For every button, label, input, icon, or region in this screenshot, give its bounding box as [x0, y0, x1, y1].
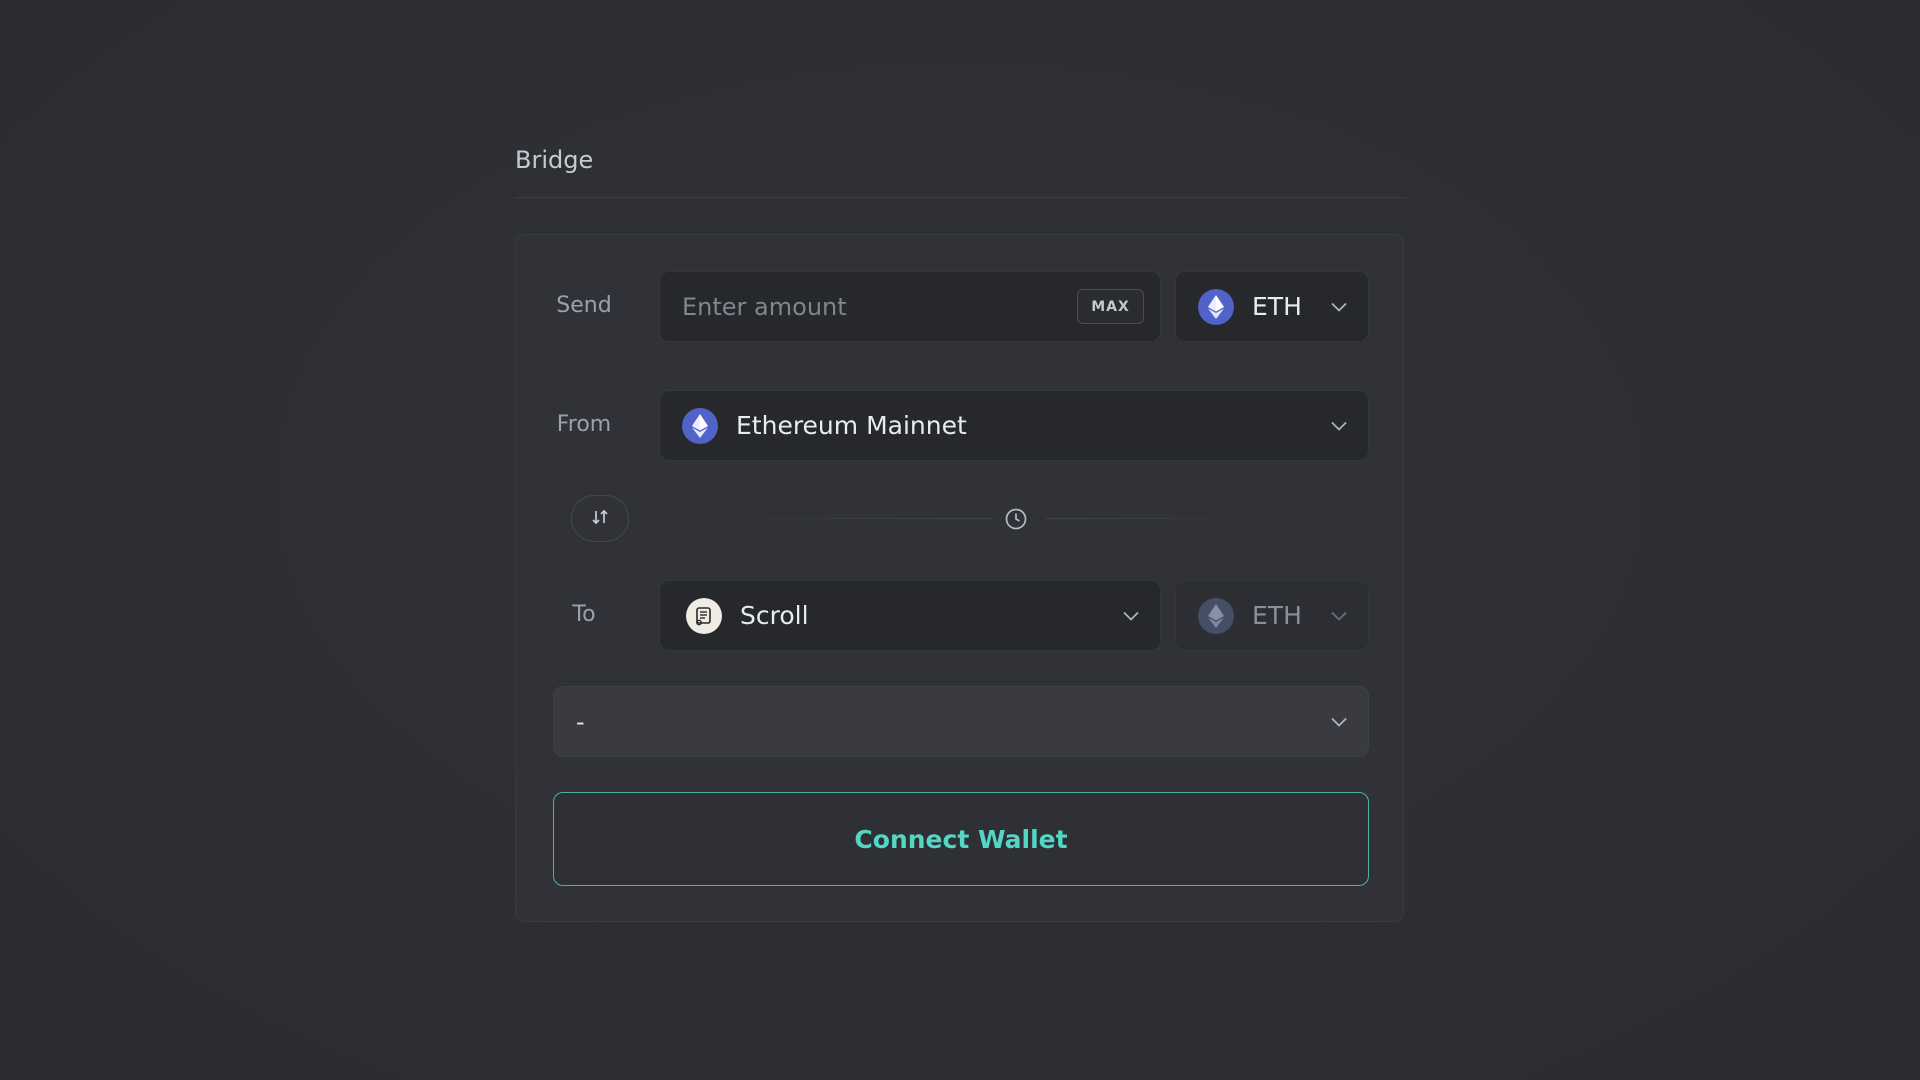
bridge-card: Send MAX ETH From [515, 234, 1404, 922]
send-label: Send [556, 293, 612, 318]
route-value: - [576, 707, 585, 736]
from-label: From [556, 412, 612, 437]
chevron-down-icon [1330, 713, 1348, 731]
swap-arrows-icon [590, 507, 610, 531]
to-token-label: ETH [1252, 601, 1302, 630]
from-network-label: Ethereum Mainnet [736, 411, 967, 440]
to-network-select[interactable]: Scroll [659, 580, 1161, 651]
scroll-icon [686, 597, 722, 634]
chevron-down-icon [1330, 298, 1348, 316]
to-label: To [572, 602, 596, 627]
amount-input[interactable] [682, 292, 1077, 321]
ethereum-icon [1198, 288, 1234, 325]
route-select[interactable]: - [553, 686, 1369, 757]
chevron-down-icon [1330, 417, 1348, 435]
title-divider [515, 197, 1406, 198]
send-token-label: ETH [1252, 292, 1302, 321]
ethereum-icon [1198, 597, 1234, 634]
clock-icon [1004, 507, 1028, 531]
route-divider-right [1046, 518, 1271, 519]
chevron-down-icon [1122, 607, 1140, 625]
swap-networks-button[interactable] [571, 495, 629, 542]
ethereum-icon [682, 407, 718, 444]
to-network-label: Scroll [740, 601, 809, 630]
amount-field[interactable]: MAX [659, 271, 1161, 342]
connect-wallet-button[interactable]: Connect Wallet [553, 792, 1369, 886]
chevron-down-icon [1330, 607, 1348, 625]
route-divider-left [691, 518, 991, 519]
max-button[interactable]: MAX [1077, 289, 1144, 324]
page-title: Bridge [515, 146, 594, 174]
bridge-container: Bridge Send MAX ETH From [515, 140, 1406, 922]
from-network-select[interactable]: Ethereum Mainnet [659, 390, 1369, 461]
send-token-select[interactable]: ETH [1175, 271, 1369, 342]
to-token-select: ETH [1175, 580, 1369, 651]
